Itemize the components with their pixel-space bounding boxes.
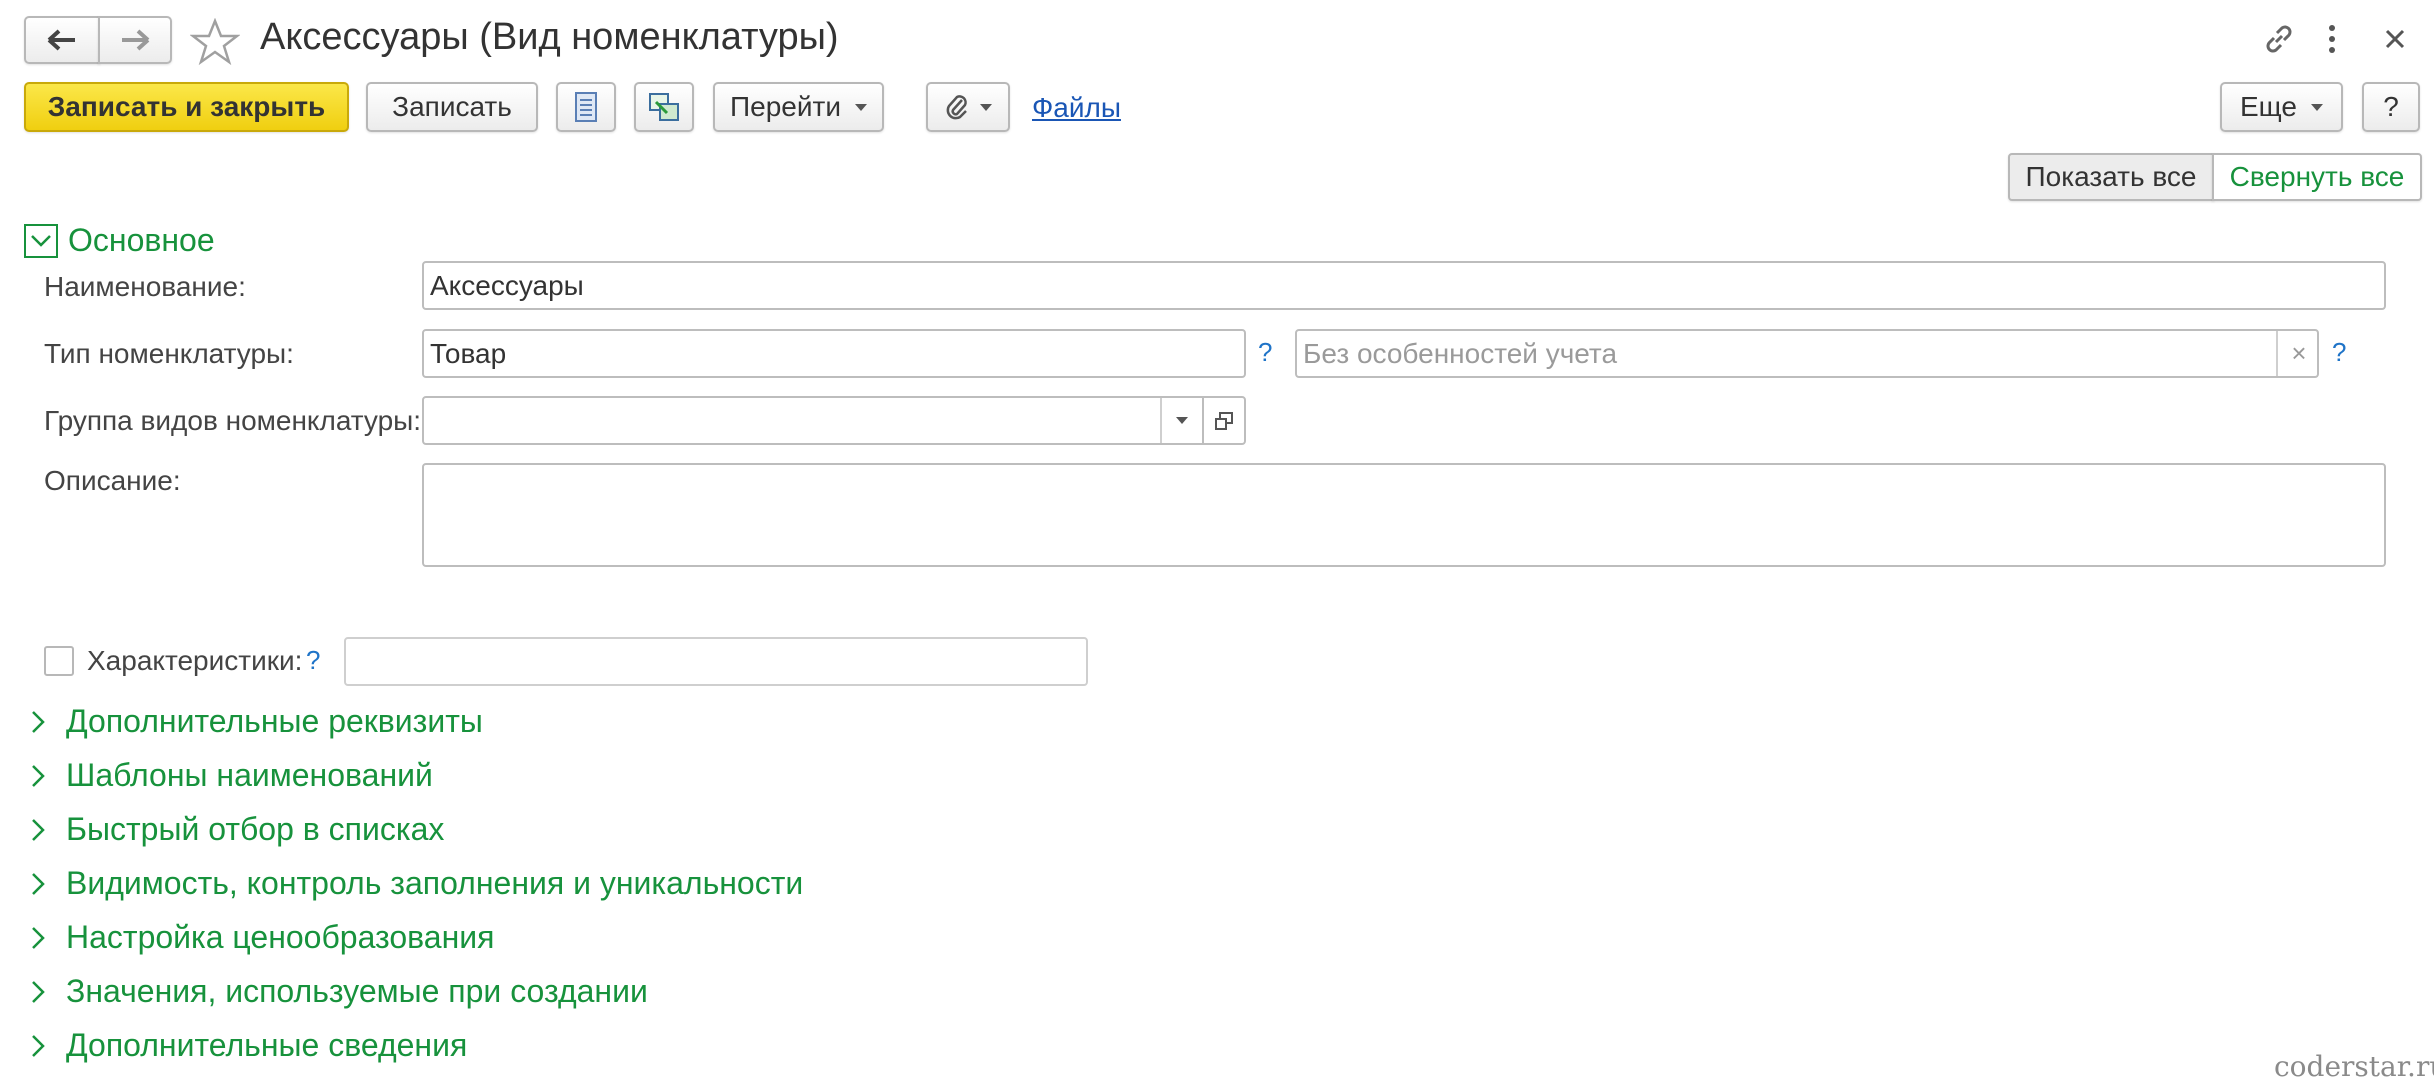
name-input[interactable]: Аксессуары [422, 261, 2386, 310]
more-label: Еще [2240, 91, 2297, 122]
kebab-menu-icon[interactable] [2326, 24, 2338, 54]
group-open-button[interactable] [1202, 398, 1244, 443]
goto-label: Перейти [730, 91, 841, 122]
main-section-title: Основное [68, 222, 215, 258]
help-button[interactable]: ? [2362, 82, 2420, 132]
chevron-right-icon [32, 764, 45, 787]
characteristics-checkbox[interactable] [44, 646, 74, 676]
collapse-all-button[interactable]: Свернуть все [2212, 153, 2422, 201]
chevron-right-icon [32, 818, 45, 841]
star-icon[interactable] [190, 18, 240, 66]
paperclip-icon [946, 95, 967, 120]
section-title: Шаблоны наименований [66, 757, 433, 793]
chevron-right-icon [32, 872, 45, 895]
chevron-right-icon [32, 1034, 45, 1057]
show-all-button[interactable]: Показать все [2008, 153, 2214, 201]
accounting-help-icon[interactable]: ? [2332, 337, 2346, 368]
chevron-down-icon [2310, 103, 2323, 111]
arrow-left-icon [47, 29, 75, 51]
clear-button[interactable]: × [2276, 331, 2320, 376]
section-default-values[interactable]: Значения, используемые при создании [30, 973, 648, 1010]
section-quick-filter[interactable]: Быстрый отбор в списках [30, 811, 444, 848]
page-title: Аксессуары (Вид номенклатуры) [260, 16, 839, 58]
section-title: Значения, используемые при создании [66, 973, 648, 1009]
group-label: Группа видов номенклатуры: [44, 405, 422, 436]
chevron-right-icon [32, 710, 45, 733]
save-button[interactable]: Записать [366, 82, 538, 132]
document-list-icon [575, 92, 597, 122]
chevron-right-icon [32, 980, 45, 1003]
section-title: Настройка ценообразования [66, 919, 495, 955]
section-name-templates[interactable]: Шаблоны наименований [30, 757, 433, 794]
close-icon[interactable] [2384, 28, 2406, 50]
name-value: Аксессуары [430, 269, 584, 301]
description-textarea[interactable] [422, 463, 2386, 567]
characteristics-input[interactable] [344, 637, 1088, 686]
report-button[interactable] [556, 82, 616, 132]
description-label: Описание: [44, 465, 181, 496]
section-pricing[interactable]: Настройка ценообразования [30, 919, 494, 956]
back-button[interactable] [24, 16, 100, 64]
section-additional-attributes[interactable]: Дополнительные реквизиты [30, 703, 483, 740]
section-title: Дополнительные реквизиты [66, 703, 483, 739]
type-label: Тип номенклатуры: [44, 338, 294, 369]
chevron-down-icon [1176, 417, 1188, 424]
create-based-on-button[interactable] [634, 82, 694, 132]
type-help-icon[interactable]: ? [1258, 337, 1272, 368]
section-additional-info[interactable]: Дополнительные сведения [30, 1027, 467, 1064]
chevron-right-icon [32, 926, 45, 949]
open-window-icon [1215, 411, 1233, 430]
files-link[interactable]: Файлы [1032, 92, 1121, 124]
section-visibility-control[interactable]: Видимость, контроль заполнения и уникаль… [30, 865, 803, 902]
characteristics-label: Характеристики: [87, 645, 303, 676]
chevron-down-icon [854, 103, 867, 111]
expanded-chevron-icon [24, 223, 58, 258]
main-section-header[interactable]: Основное [24, 222, 215, 259]
group-input[interactable] [422, 396, 1246, 445]
chevron-down-icon [980, 103, 992, 111]
structure-icon [649, 93, 679, 121]
accounting-feature-placeholder: Без особенностей учета [1303, 337, 1618, 369]
save-and-close-button[interactable]: Записать и закрыть [24, 82, 349, 132]
type-input[interactable]: Товар [422, 329, 1246, 378]
type-value: Товар [430, 337, 507, 369]
section-title: Дополнительные сведения [66, 1027, 468, 1063]
link-icon[interactable] [2262, 22, 2296, 56]
watermark: coderstar.ru [2274, 1050, 2434, 1083]
section-title: Видимость, контроль заполнения и уникаль… [66, 865, 804, 901]
name-label: Наименование: [44, 271, 246, 302]
clear-icon: × [2291, 338, 2307, 368]
forward-button[interactable] [98, 16, 172, 64]
arrow-right-icon [122, 29, 150, 51]
section-title: Быстрый отбор в списках [66, 811, 445, 847]
goto-button[interactable]: Перейти [713, 82, 884, 132]
attach-button[interactable] [926, 82, 1010, 132]
more-button[interactable]: Еще [2220, 82, 2343, 132]
group-dropdown-button[interactable] [1160, 398, 1202, 443]
accounting-feature-input[interactable]: Без особенностей учета [1295, 329, 2319, 378]
characteristics-help-icon[interactable]: ? [306, 645, 320, 676]
